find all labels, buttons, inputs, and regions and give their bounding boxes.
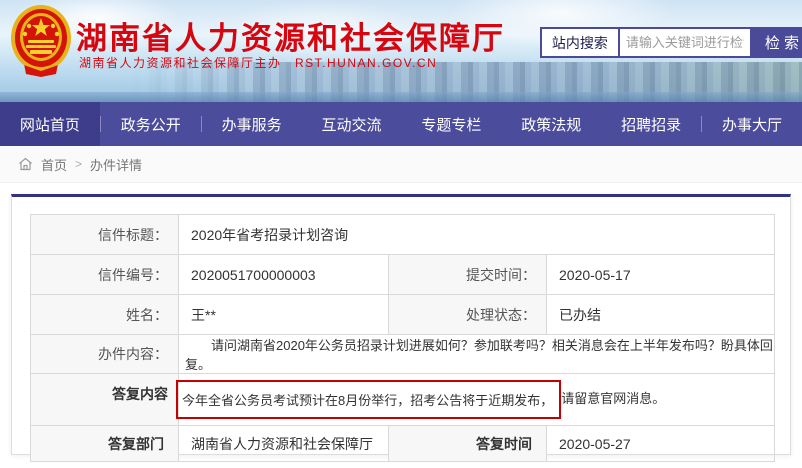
nav-item-interaction[interactable]: 互动交流 [302, 102, 402, 146]
breadcrumb-separator: > [75, 157, 82, 171]
table-row: 答复内容 今年全省公务员考试预计在8月份举行，招考公告将于近期发布，请留意官网消… [31, 374, 775, 426]
name-value: 王** [179, 295, 389, 335]
home-icon [18, 157, 33, 171]
nav-item-special-topics[interactable]: 专题专栏 [402, 102, 502, 146]
main-nav: 网站首页 政务公开 办事服务 互动交流 专题专栏 政策法规 招聘招录 办事大厅 [0, 102, 802, 146]
letter-number-label: 信件编号： [31, 255, 179, 295]
nav-item-recruitment[interactable]: 招聘招录 [601, 102, 701, 146]
letter-detail-panel: 信件标题： 2020年省考招录计划咨询 信件编号： 20200517000000… [11, 194, 791, 455]
reply-dept-label: 答复部门 [31, 426, 179, 462]
nav-item-gov-affairs[interactable]: 政务公开 [101, 102, 201, 146]
content-label: 办件内容： [31, 335, 179, 374]
national-emblem-icon [10, 4, 72, 78]
nav-item-service-hall[interactable]: 办事大厅 [702, 102, 802, 146]
breadcrumb-current: 办件详情 [90, 155, 142, 174]
search-button[interactable]: 检 索 [752, 27, 802, 58]
reply-label: 答复内容 [31, 374, 179, 426]
letter-title-label: 信件标题： [31, 215, 179, 255]
nav-item-home[interactable]: 网站首页 [0, 102, 100, 146]
letter-number-value: 2020051700000003 [179, 255, 389, 295]
reply-dept-value: 湖南省人力资源和社会保障厅 [179, 426, 389, 462]
table-row: 姓名： 王** 处理状态： 已办结 [31, 295, 775, 335]
letter-detail-table: 信件标题： 2020年省考招录计划咨询 信件编号： 20200517000000… [30, 214, 775, 462]
reply-time-value: 2020-05-27 [547, 426, 775, 462]
breadcrumb-home[interactable]: 首页 [41, 155, 67, 174]
table-row: 答复部门 湖南省人力资源和社会保障厅 答复时间 2020-05-27 [31, 426, 775, 462]
reply-time-label: 答复时间 [389, 426, 547, 462]
banner-river [0, 92, 802, 102]
nav-item-policies[interactable]: 政策法规 [501, 102, 601, 146]
site-banner: 湖南省人力资源和社会保障厅 湖南省人力资源和社会保障厅主办 RST.HUNAN.… [0, 0, 802, 102]
status-label: 处理状态： [389, 295, 547, 335]
breadcrumb: 首页 > 办件详情 [0, 146, 802, 183]
content-value: 请问湖南省2020年公务员招录计划进展如何？参加联考吗？相关消息会在上半年发布吗… [179, 335, 775, 374]
table-row: 信件标题： 2020年省考招录计划咨询 [31, 215, 775, 255]
table-row: 办件内容： 请问湖南省2020年公务员招录计划进展如何？参加联考吗？相关消息会在… [31, 335, 775, 374]
site-search: 站内搜索 检 索 [540, 27, 802, 58]
reply-value: 今年全省公务员考试预计在8月份举行，招考公告将于近期发布，请留意官网消息。 [179, 374, 775, 426]
nav-item-services[interactable]: 办事服务 [202, 102, 302, 146]
reply-rest-text: 请留意官网消息。 [561, 391, 665, 406]
submit-time-value: 2020-05-17 [547, 255, 775, 295]
name-label: 姓名： [31, 295, 179, 335]
submit-time-label: 提交时间： [389, 255, 547, 295]
search-input[interactable] [620, 27, 752, 58]
search-label: 站内搜索 [540, 27, 620, 58]
site-title: 湖南省人力资源和社会保障厅 [76, 13, 505, 58]
table-row: 信件编号： 2020051700000003 提交时间： 2020-05-17 [31, 255, 775, 295]
reply-highlight-box: 今年全省公务员考试预计在8月份举行，招考公告将于近期发布， [176, 380, 561, 419]
site-subtitle: 湖南省人力资源和社会保障厅主办 RST.HUNAN.GOV.CN [79, 54, 437, 71]
letter-title-value: 2020年省考招录计划咨询 [179, 215, 775, 255]
status-value: 已办结 [547, 295, 775, 335]
